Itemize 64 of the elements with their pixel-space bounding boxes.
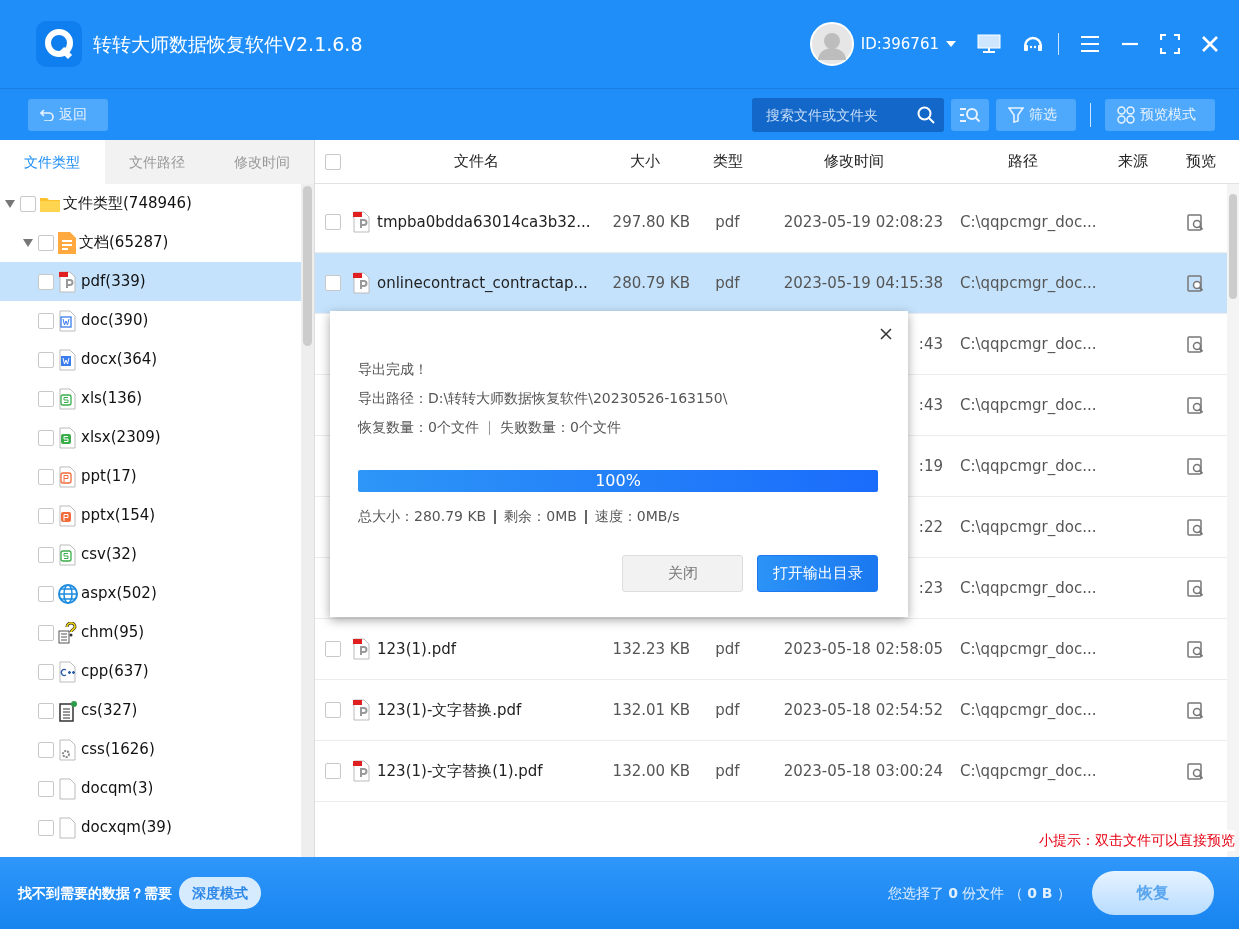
detail-text: 剩余：0MB	[504, 507, 577, 526]
export-path: 导出路径：D:\转转大师数据恢复软件\20230526-163150\	[358, 389, 729, 408]
file-type: pdf	[715, 700, 740, 719]
file-path: C:\qqpcmgr_doc...	[960, 700, 1097, 719]
selection-summary: 您选择了 0 份文件 （ 0 B ）	[887, 883, 1071, 903]
file-path: C:\qqpcmgr_doc...	[960, 517, 1097, 536]
tree-label: docx(364)	[81, 349, 158, 371]
file-type: pdf	[715, 273, 740, 292]
tree-label: aspx(502)	[81, 583, 157, 605]
modified-time: :43	[918, 395, 943, 414]
file-name: 123(1)-文字替换(1).pdf	[377, 760, 543, 782]
progress-label: 100%	[594, 470, 642, 492]
modified-time: 2023-05-19 02:08:23	[783, 212, 943, 231]
file-name: tmpba0bdda63014ca3b32...	[377, 211, 591, 233]
file-size: 280.79 KB	[612, 273, 690, 292]
file-type: pdf	[715, 761, 740, 780]
modified-time: 2023-05-18 03:00:24	[783, 761, 943, 780]
tree-label: cs(327)	[81, 700, 138, 722]
modified-time: :22	[918, 517, 943, 536]
tree-label: pptx(154)	[81, 505, 156, 527]
detail-text: 总大小：280.79 KB	[358, 507, 487, 526]
modified-time: :19	[918, 456, 943, 475]
dialog-heading: 导出完成！	[358, 360, 429, 379]
tree-label: csv(32)	[81, 544, 137, 566]
file-path: C:\qqpcmgr_doc...	[960, 639, 1097, 658]
file-path: C:\qqpcmgr_doc...	[960, 578, 1097, 597]
tree-label: cpp(637)	[81, 661, 149, 683]
detail-text: 速度：0MB/s	[594, 507, 680, 526]
tree-label: chm(95)	[81, 622, 145, 644]
footer-prompt: 找不到需要的数据？需要	[18, 883, 172, 903]
tree-label: xls(136)	[81, 388, 143, 410]
modified-time: 2023-05-18 02:54:52	[783, 700, 943, 719]
modified-time: 2023-05-19 04:15:38	[783, 273, 943, 292]
file-path: C:\qqpcmgr_doc...	[960, 273, 1097, 292]
file-name: 123(1).pdf	[377, 638, 456, 660]
file-path: C:\qqpcmgr_doc...	[960, 456, 1097, 475]
count-text: 失败数量：0个文件	[499, 418, 621, 437]
file-size: 132.00 KB	[612, 761, 690, 780]
tree-label: docxqm(39)	[81, 817, 172, 839]
tree-label: pdf(339)	[81, 271, 146, 293]
file-size: 132.23 KB	[612, 639, 690, 658]
modified-time: :43	[918, 334, 943, 353]
file-size: 297.80 KB	[612, 212, 690, 231]
file-path: C:\qqpcmgr_doc...	[960, 212, 1097, 231]
file-type: pdf	[715, 639, 740, 658]
file-name: 123(1)-文字替换.pdf	[377, 699, 522, 721]
tree-label: xlsx(2309)	[81, 427, 161, 449]
modified-time: 2023-05-18 02:58:05	[783, 639, 943, 658]
app-title: 转转大师数据恢复软件V2.1.6.8	[93, 31, 363, 57]
tree-label: docqm(3)	[81, 778, 154, 800]
file-path: C:\qqpcmgr_doc...	[960, 334, 1097, 353]
hint-text: 小提示：双击文件可以直接预览	[1039, 830, 1235, 851]
file-size: 132.01 KB	[612, 700, 690, 719]
tree-label: doc(390)	[81, 310, 149, 332]
tree-label: css(1626)	[81, 739, 155, 761]
count-text: 恢复数量：0个文件	[358, 418, 479, 437]
file-path: C:\qqpcmgr_doc...	[960, 395, 1097, 414]
tree-label: 文件类型(748946)	[63, 193, 192, 215]
file-path: C:\qqpcmgr_doc...	[960, 761, 1097, 780]
file-name: onlinecontract_contractap...	[377, 272, 588, 294]
tree-label: ppt(17)	[81, 466, 137, 488]
modified-time: :23	[918, 578, 943, 597]
file-type: pdf	[715, 212, 740, 231]
tree-label: 文档(65287)	[79, 232, 169, 254]
